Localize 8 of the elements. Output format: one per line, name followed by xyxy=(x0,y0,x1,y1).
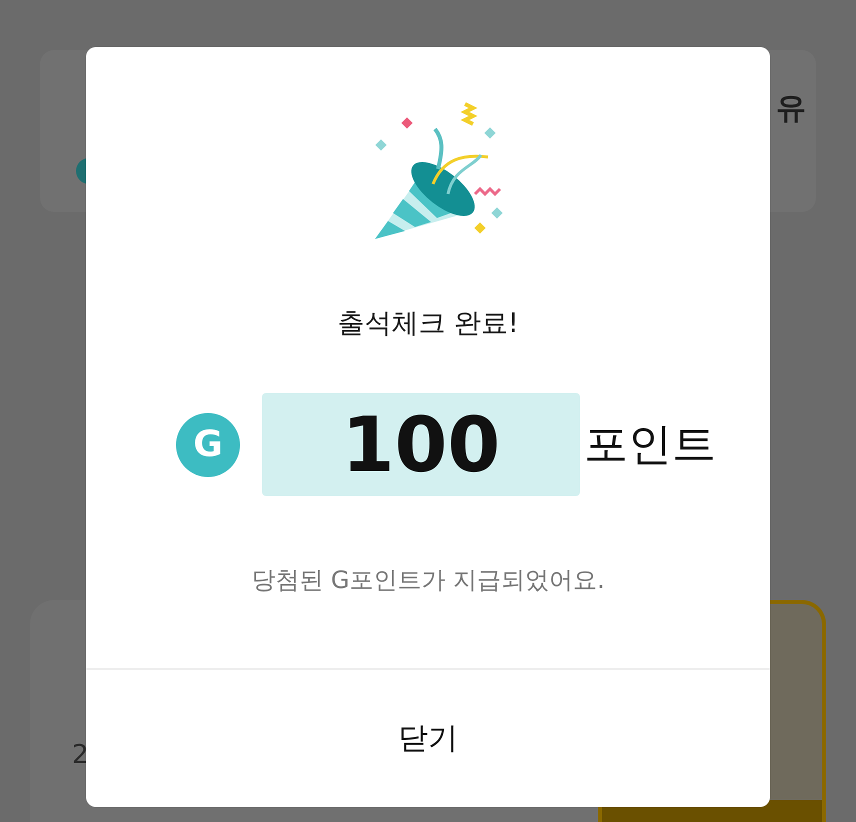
points-unit: 포인트 xyxy=(584,418,716,472)
dialog-title: 출석체크 완료! xyxy=(337,307,519,341)
close-button[interactable]: 닫기 xyxy=(86,670,770,807)
dialog-message: 당첨된 G포인트가 지급되었어요. xyxy=(251,565,605,596)
card-text: 2 xyxy=(72,740,89,770)
point-badge: G xyxy=(176,412,240,476)
points-amount: 100 xyxy=(262,393,580,496)
card-text: 유 xyxy=(776,90,806,128)
